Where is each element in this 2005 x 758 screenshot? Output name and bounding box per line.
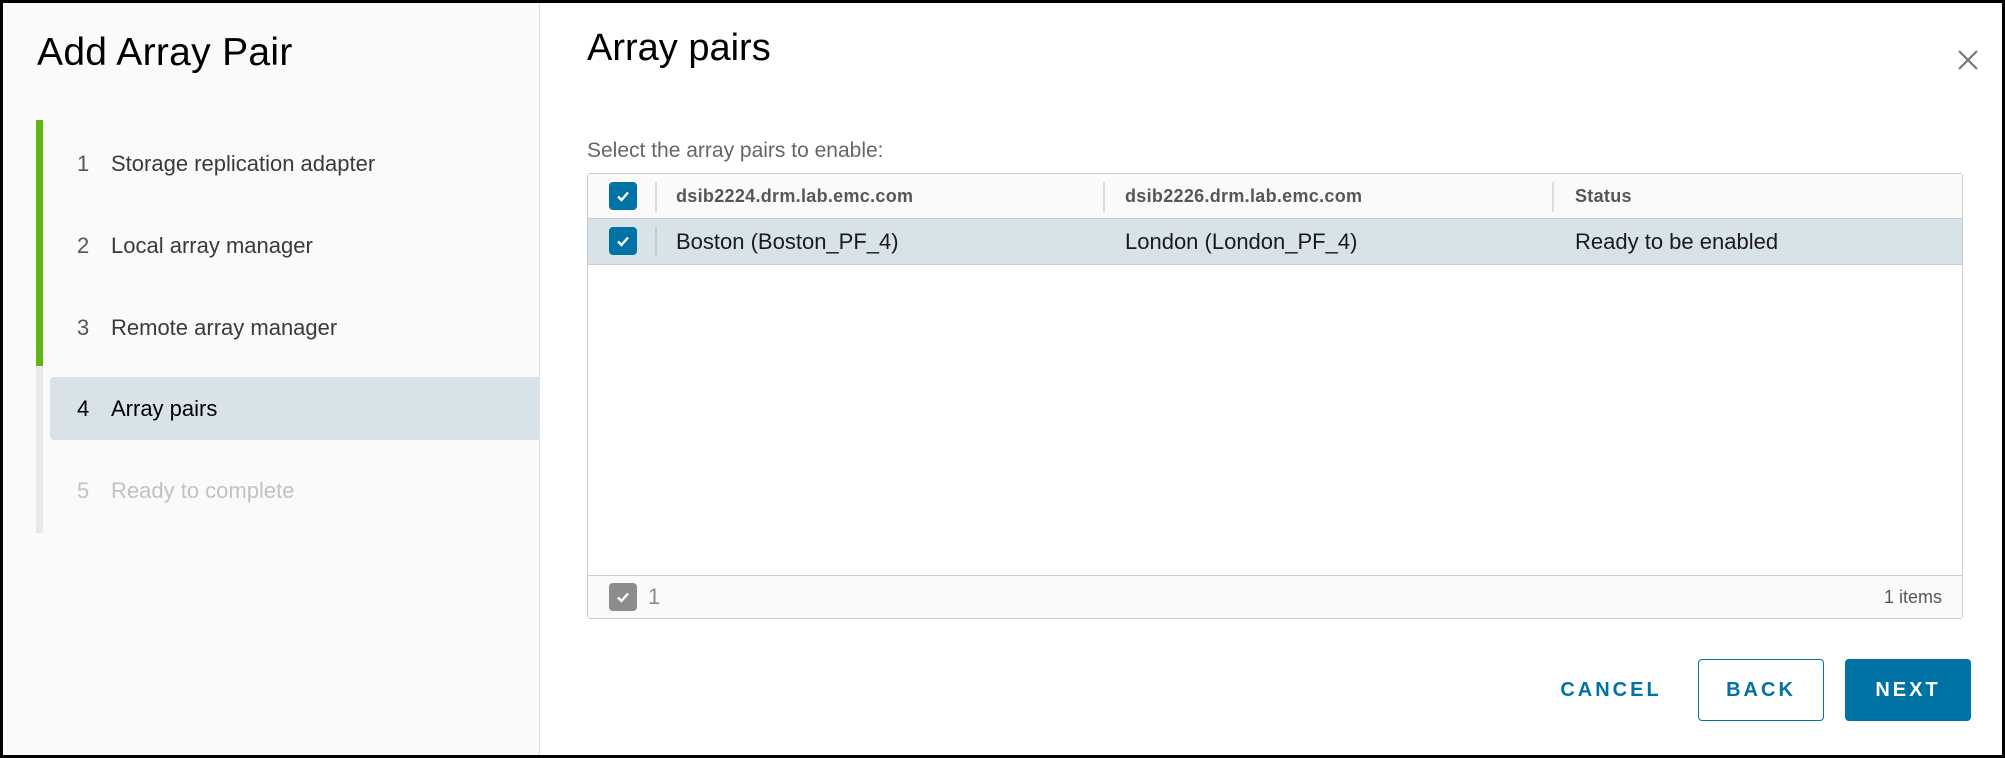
step-label: Array pairs: [111, 395, 218, 421]
wizard-step-array-pairs[interactable]: 4 Array pairs: [50, 377, 539, 440]
cell-local-array: Boston (Boston_PF_4): [676, 228, 899, 254]
next-button[interactable]: NEXT: [1845, 659, 1971, 721]
wizard-step-storage-replication-adapter[interactable]: 1 Storage replication adapter: [50, 132, 539, 195]
grid-header: dsib2224.drm.lab.emc.com dsib2226.drm.la…: [588, 174, 1962, 219]
table-row[interactable]: Boston (Boston_PF_4) London (London_PF_4…: [588, 219, 1962, 265]
column-header-status[interactable]: Status: [1575, 174, 1632, 218]
instruction-text: Select the array pairs to enable:: [587, 139, 884, 162]
selection-count-checkbox: [609, 583, 637, 611]
row-checkbox[interactable]: [609, 227, 637, 255]
add-array-pair-dialog: Add Array Pair 1 Storage replication ada…: [3, 3, 2002, 755]
wizard-sidebar: Add Array Pair 1 Storage replication ada…: [3, 3, 540, 755]
step-number: 2: [77, 232, 90, 258]
row-divider: [655, 227, 657, 257]
page-title: Array pairs: [587, 27, 771, 69]
step-number: 5: [77, 477, 90, 503]
selected-count: 1: [648, 584, 661, 609]
checkmark-icon: [617, 191, 629, 202]
step-label: Storage replication adapter: [111, 150, 376, 176]
wizard-step-local-array-manager[interactable]: 2 Local array manager: [50, 214, 539, 277]
column-divider[interactable]: [1103, 182, 1105, 212]
step-number: 4: [77, 395, 90, 421]
step-number: 3: [77, 314, 90, 340]
column-divider[interactable]: [655, 182, 657, 212]
array-pairs-grid: dsib2224.drm.lab.emc.com dsib2226.drm.la…: [587, 173, 1963, 619]
cell-remote-array: London (London_PF_4): [1125, 228, 1358, 254]
items-count: 1 items: [1883, 586, 1942, 607]
step-label: Ready to complete: [111, 477, 295, 503]
checkmark-icon: [617, 592, 629, 603]
wizard-title: Add Array Pair: [37, 31, 293, 74]
step-label: Local array manager: [111, 232, 313, 258]
column-header-remote-site[interactable]: dsib2226.drm.lab.emc.com: [1125, 174, 1362, 218]
wizard-step-ready-to-complete: 5 Ready to complete: [50, 459, 539, 522]
grid-footer: 1 1 items: [588, 575, 1962, 618]
cancel-button[interactable]: CANCEL: [1556, 659, 1666, 721]
column-divider[interactable]: [1552, 182, 1554, 212]
steps-progress-completed: [36, 120, 43, 366]
checkmark-icon: [617, 236, 629, 247]
column-header-local-site[interactable]: dsib2224.drm.lab.emc.com: [676, 174, 913, 218]
close-button[interactable]: [1953, 45, 1983, 75]
close-icon: [1958, 50, 1978, 70]
step-number: 1: [77, 150, 90, 176]
select-all-checkbox[interactable]: [609, 182, 637, 210]
step-label: Remote array manager: [111, 314, 338, 340]
back-button[interactable]: BACK: [1698, 659, 1824, 721]
cell-status: Ready to be enabled: [1575, 228, 1779, 254]
wizard-content: Array pairs Select the array pairs to en…: [540, 3, 2002, 755]
wizard-step-remote-array-manager[interactable]: 3 Remote array manager: [50, 296, 539, 359]
